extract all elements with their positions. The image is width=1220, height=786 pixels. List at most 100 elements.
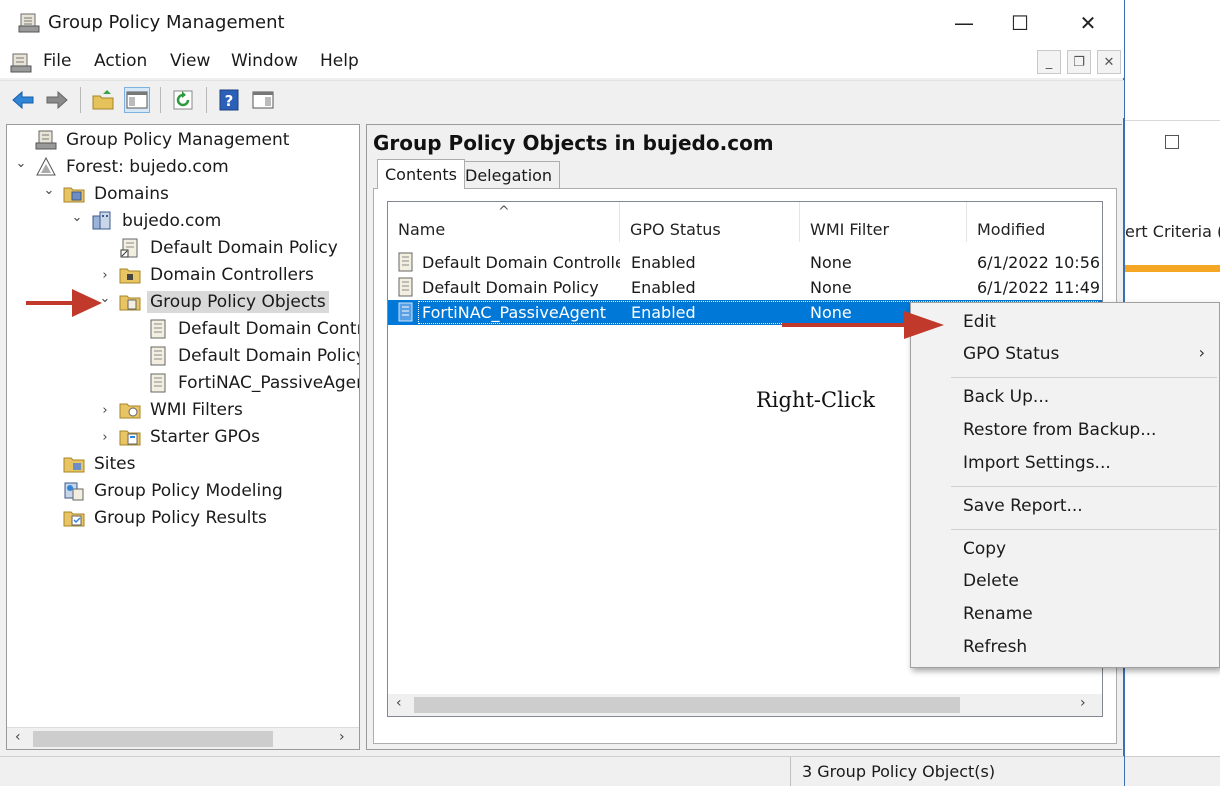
gpo-icon <box>150 346 166 366</box>
mdi-restore-button[interactable]: ❐ <box>1067 50 1091 74</box>
tree-node[interactable]: › Starter GPOs <box>97 424 263 450</box>
tab-contents[interactable]: Contents <box>377 159 465 189</box>
status-bar: 3 Group Policy Object(s) <box>0 756 1124 786</box>
tree-node[interactable]: › WMI Filters <box>97 397 246 423</box>
submenu-chevron-icon: › <box>1198 343 1205 362</box>
minimize-button[interactable]: — <box>940 6 988 40</box>
tree-node-label: Group Policy Results <box>94 508 267 528</box>
cell-name: Default Domain Policy <box>422 278 599 297</box>
table-row[interactable]: Default Domain Controller... Enabled None 6… <box>388 250 1102 275</box>
tree-node[interactable]: ⌄ Forest: bujedo.com <box>13 154 232 180</box>
ctx-import-settings[interactable]: Import Settings... <box>911 448 1219 480</box>
help-icon: ? <box>219 89 239 111</box>
context-menu-separator <box>951 529 1217 530</box>
gpo-icon <box>150 319 166 339</box>
column-header-gpo-status[interactable]: GPO Status <box>620 202 800 242</box>
column-header-wmi-filter[interactable]: WMI Filter <box>800 202 967 242</box>
context-menu-label: Copy <box>963 539 1007 559</box>
menu-window[interactable]: Window <box>231 51 298 71</box>
tree-node-label: Domain Controllers <box>150 265 314 285</box>
chevron-right-icon[interactable]: › <box>97 403 113 418</box>
tree-node[interactable]: ⌄ bujedo.com <box>69 208 224 234</box>
column-header-modified[interactable]: Modified <box>967 202 1102 242</box>
chevron-down-icon[interactable]: ⌄ <box>69 210 85 225</box>
ctx-restore-from-backup[interactable]: Restore from Backup... <box>911 415 1219 447</box>
tree-node[interactable]: Default Domain Contr <box>125 316 359 342</box>
chevron-down-icon[interactable]: ⌄ <box>41 183 57 198</box>
context-menu-label: Restore from Backup... <box>963 420 1157 440</box>
action-pane-button[interactable] <box>250 87 276 113</box>
gpm-console-icon <box>35 130 57 150</box>
tree-node-label: Default Domain Policy <box>178 346 360 366</box>
ctx-back-up[interactable]: Back Up... <box>911 382 1219 414</box>
ctx-refresh[interactable]: Refresh <box>911 632 1219 664</box>
ctx-save-report[interactable]: Save Report... <box>911 491 1219 523</box>
cell-gpo-status: Enabled <box>631 278 696 297</box>
mdi-minimize-button[interactable]: _ <box>1037 50 1061 74</box>
refresh-icon <box>173 90 193 110</box>
gpo-list-header: Name ^ GPO Status WMI Filter Modified <box>388 202 1102 242</box>
tree-node-label: Forest: bujedo.com <box>66 157 229 177</box>
tree-node[interactable]: Sites <box>41 451 139 477</box>
up-folder-button[interactable] <box>90 87 116 113</box>
ctx-gpo-status[interactable]: GPO Status › <box>911 339 1219 371</box>
column-header-name[interactable]: Name ^ <box>388 202 620 242</box>
background-checkbox[interactable] <box>1165 135 1179 149</box>
domain-icon <box>92 211 111 230</box>
table-row[interactable]: Default Domain Policy Enabled None 6/1/2022… <box>388 275 1102 300</box>
tree-node[interactable]: ⌄ Group Policy Objects <box>97 289 329 315</box>
gpo-list-scroll-thumb[interactable] <box>414 697 960 713</box>
ctx-rename[interactable]: Rename <box>911 599 1219 631</box>
context-menu: Edit GPO Status › Back Up... Restore from Ba… <box>910 302 1220 668</box>
forest-icon <box>36 156 56 176</box>
back-button[interactable] <box>10 87 36 113</box>
menu-file[interactable]: File <box>43 51 71 71</box>
tree-node-label: Group Policy Modeling <box>94 481 283 501</box>
tree-node[interactable]: Group Policy Results <box>41 505 270 531</box>
console-menu-icon[interactable] <box>10 52 32 74</box>
tree-node[interactable]: Default Domain Policy <box>125 343 360 369</box>
forward-button[interactable] <box>44 87 70 113</box>
cell-name: FortiNAC_PassiveAgent <box>422 303 607 322</box>
mdi-close-button[interactable]: ✕ <box>1097 50 1121 74</box>
tree-scroll-thumb[interactable] <box>33 731 273 747</box>
ctx-delete[interactable]: Delete <box>911 566 1219 598</box>
ctx-copy[interactable]: Copy <box>911 534 1219 566</box>
tree-node-label: Default Domain Policy <box>150 238 338 258</box>
context-menu-label: Import Settings... <box>963 453 1111 473</box>
tree-node[interactable]: FortiNAC_PassiveAger <box>125 370 359 396</box>
tree-hscroll[interactable]: ‹ › <box>7 727 359 749</box>
context-menu-label: GPO Status <box>963 344 1060 364</box>
menu-action[interactable]: Action <box>94 51 147 71</box>
refresh-button[interactable] <box>170 87 196 113</box>
scroll-right-icon[interactable]: › <box>339 729 345 745</box>
show-hide-tree-button[interactable] <box>124 87 150 113</box>
tree-node[interactable]: Group Policy Modeling <box>41 478 286 504</box>
scroll-left-icon[interactable]: ‹ <box>396 695 402 711</box>
chevron-down-icon[interactable]: ⌄ <box>13 156 29 171</box>
scroll-left-icon[interactable]: ‹ <box>15 729 21 745</box>
tree-node[interactable]: Default Domain Policy <box>97 235 341 261</box>
tree-node-label: Group Policy Management <box>66 130 290 150</box>
ctx-edit[interactable]: Edit <box>911 307 1219 339</box>
close-button[interactable]: ✕ <box>1064 6 1112 40</box>
tree-node[interactable]: Group Policy Management <box>13 127 292 153</box>
gpo-list-hscroll[interactable]: ‹ › <box>388 694 1102 716</box>
menu-view[interactable]: View <box>170 51 210 71</box>
wmi-folder-icon <box>119 403 141 419</box>
tab-delegation[interactable]: Delegation <box>457 161 561 189</box>
help-button[interactable]: ? <box>216 87 242 113</box>
menu-help[interactable]: Help <box>320 51 359 71</box>
chevron-right-icon[interactable]: › <box>97 430 113 445</box>
cell-wmi-filter: None <box>810 278 852 297</box>
background-bottom-bar <box>1125 756 1220 786</box>
maximize-button[interactable]: ☐ <box>996 6 1044 40</box>
cell-gpo-status: Enabled <box>631 303 696 322</box>
tree-node[interactable]: › Domain Controllers <box>97 262 317 288</box>
scroll-right-icon[interactable]: › <box>1080 695 1086 711</box>
background-divider <box>1125 120 1220 121</box>
title-bar: Group Policy Management — ☐ ✕ <box>0 0 1124 46</box>
tree-node[interactable]: ⌄ Domains <box>41 181 172 207</box>
chevron-right-icon[interactable]: › <box>97 268 113 283</box>
window-title: Group Policy Management <box>48 12 285 33</box>
